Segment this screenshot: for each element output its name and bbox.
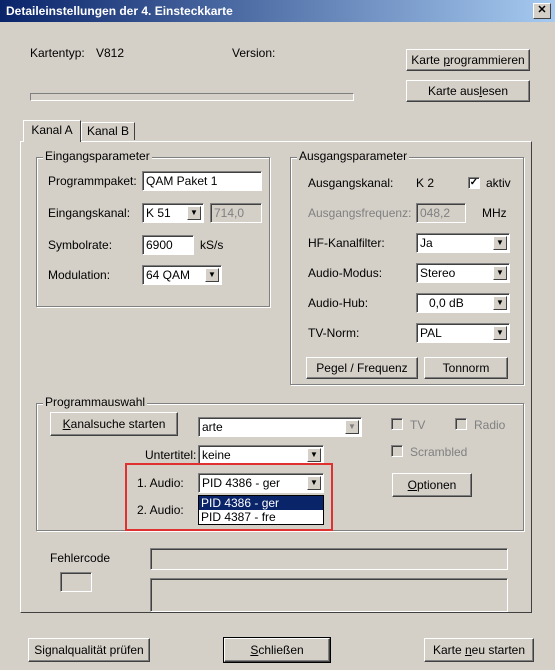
tab-kanal-a[interactable]: Kanal A bbox=[23, 120, 81, 142]
read-card-label-a: Karte aus bbox=[427, 84, 480, 98]
aktiv-checkbox[interactable]: ✓ bbox=[468, 177, 480, 189]
chevron-down-icon[interactable]: ▼ bbox=[205, 268, 219, 282]
programmpaket-input[interactable]: QAM Paket 1 bbox=[142, 171, 262, 191]
chevron-down-icon[interactable]: ▼ bbox=[345, 420, 359, 434]
error-line-field bbox=[150, 548, 508, 570]
version-label: Version: bbox=[232, 46, 276, 60]
tv-label: TV bbox=[410, 418, 426, 432]
untertitel-value: keine bbox=[202, 448, 231, 462]
ausgangsfrequenz-unit: MHz bbox=[482, 206, 507, 220]
error-detail-field bbox=[150, 578, 508, 612]
read-card-button[interactable]: Karte auslesen bbox=[406, 80, 530, 102]
pegel-frequenz-button[interactable]: Pegel / Frequenz bbox=[306, 357, 418, 379]
audio-hub-select[interactable]: 0,0 dB ▼ bbox=[416, 293, 510, 313]
audio-modus-label: Audio-Modus: bbox=[308, 266, 383, 280]
radio-checkbox[interactable] bbox=[455, 418, 467, 430]
radio-label: Radio bbox=[474, 418, 506, 432]
scrambled-checkbox[interactable] bbox=[391, 445, 403, 457]
program-card-label-b: p bbox=[443, 53, 450, 67]
eingangskanal-label: Eingangskanal: bbox=[48, 206, 131, 220]
optionen-button[interactable]: Optionen bbox=[392, 473, 472, 497]
tv-norm-value: PAL bbox=[420, 326, 442, 340]
restart-label-c: eu starten bbox=[471, 643, 526, 657]
audio-hub-value: 0,0 dB bbox=[429, 296, 464, 310]
kanalsuche-label-c: analsuche starten bbox=[70, 417, 166, 431]
symbolrate-input[interactable]: 6900 bbox=[142, 235, 194, 255]
symbolrate-unit: kS/s bbox=[200, 238, 224, 252]
modulation-select[interactable]: 64 QAM ▼ bbox=[142, 265, 222, 285]
chevron-down-icon[interactable]: ▼ bbox=[493, 296, 507, 310]
aktiv-label: aktiv bbox=[486, 176, 511, 190]
program-group-title: Programmauswahl bbox=[43, 395, 148, 409]
program-value: arte bbox=[202, 420, 223, 434]
check-icon: ✓ bbox=[469, 177, 479, 188]
programmpaket-label: Programmpaket: bbox=[48, 174, 137, 188]
close-label-c: chließen bbox=[258, 643, 304, 657]
eingangskanal-select[interactable]: K 51 ▼ bbox=[142, 203, 204, 223]
kanalsuche-button[interactable]: Kanalsuche starten bbox=[50, 412, 178, 436]
audio-modus-select[interactable]: Stereo ▼ bbox=[416, 263, 510, 283]
restart-label-a: Karte bbox=[432, 643, 465, 657]
modulation-value: 64 QAM bbox=[146, 268, 191, 282]
tv-norm-label: TV-Norm: bbox=[308, 326, 360, 340]
chevron-down-icon[interactable]: ▼ bbox=[493, 236, 507, 250]
read-card-label-c: esen bbox=[482, 84, 509, 98]
chevron-down-icon[interactable]: ▼ bbox=[187, 206, 201, 220]
title-bar: Detaileinstellungen der 4. Einsteckkarte… bbox=[0, 0, 555, 22]
untertitel-label: Untertitel: bbox=[145, 448, 197, 462]
progress-bar bbox=[30, 93, 354, 101]
ausgangskanal-label: Ausgangskanal: bbox=[308, 176, 394, 190]
optionen-label-b: O bbox=[407, 478, 417, 492]
eingangskanal-value: K 51 bbox=[146, 206, 171, 220]
optionen-label-c: ptionen bbox=[416, 478, 457, 492]
close-icon[interactable]: ✕ bbox=[533, 3, 551, 19]
kartentyp-value: V812 bbox=[96, 46, 125, 60]
highlight-annotation bbox=[125, 463, 333, 531]
program-card-button[interactable]: Karte programmieren bbox=[406, 49, 530, 71]
tab-kanal-b[interactable]: Kanal B bbox=[81, 122, 135, 140]
untertitel-select[interactable]: keine ▼ bbox=[198, 445, 324, 465]
close-button[interactable]: Schließen bbox=[223, 637, 331, 663]
restart-card-button[interactable]: Karte neu starten bbox=[424, 638, 534, 662]
restart-label-b: n bbox=[464, 643, 472, 657]
symbolrate-label: Symbolrate: bbox=[48, 238, 113, 252]
chevron-down-icon[interactable]: ▼ bbox=[493, 326, 507, 340]
ausgangsfrequenz-field: 048,2 bbox=[416, 203, 466, 223]
audio-hub-label: Audio-Hub: bbox=[308, 296, 369, 310]
ausgangsfrequenz-label: Ausgangsfrequenz: bbox=[308, 206, 412, 220]
audio-modus-value: Stereo bbox=[420, 266, 456, 280]
input-group-title: Eingangsparameter bbox=[43, 149, 152, 163]
tv-checkbox[interactable] bbox=[391, 418, 403, 430]
tonnorm-button[interactable]: Tonnorm bbox=[424, 357, 508, 379]
program-select[interactable]: arte ▼ bbox=[198, 417, 362, 437]
hf-kanalfilter-value: Ja bbox=[420, 236, 433, 250]
signal-quality-button[interactable]: Signalqualität prüfen bbox=[28, 638, 150, 662]
program-card-label-a: Karte bbox=[411, 53, 444, 67]
window-title: Detaileinstellungen der 4. Einsteckkarte bbox=[6, 4, 233, 18]
fehlercode-label: Fehlercode bbox=[50, 551, 111, 565]
scrambled-label: Scrambled bbox=[410, 445, 468, 459]
output-group-title: Ausgangsparameter bbox=[297, 149, 410, 163]
chevron-down-icon[interactable]: ▼ bbox=[493, 266, 507, 280]
eingangsfrequenz-field: 714,0 bbox=[210, 203, 262, 223]
chevron-down-icon[interactable]: ▼ bbox=[307, 448, 321, 462]
tv-norm-select[interactable]: PAL ▼ bbox=[416, 323, 510, 343]
ausgangskanal-value: K 2 bbox=[416, 176, 435, 190]
program-card-label-c: rogrammieren bbox=[450, 53, 525, 67]
fehlercode-field bbox=[60, 572, 92, 592]
hf-kanalfilter-select[interactable]: Ja ▼ bbox=[416, 233, 510, 253]
modulation-label: Modulation: bbox=[48, 268, 111, 282]
kartentyp-label: Kartentyp: bbox=[30, 46, 85, 60]
kanalsuche-label-b: K bbox=[62, 417, 71, 431]
hf-kanalfilter-label: HF-Kanalfilter: bbox=[308, 236, 385, 250]
